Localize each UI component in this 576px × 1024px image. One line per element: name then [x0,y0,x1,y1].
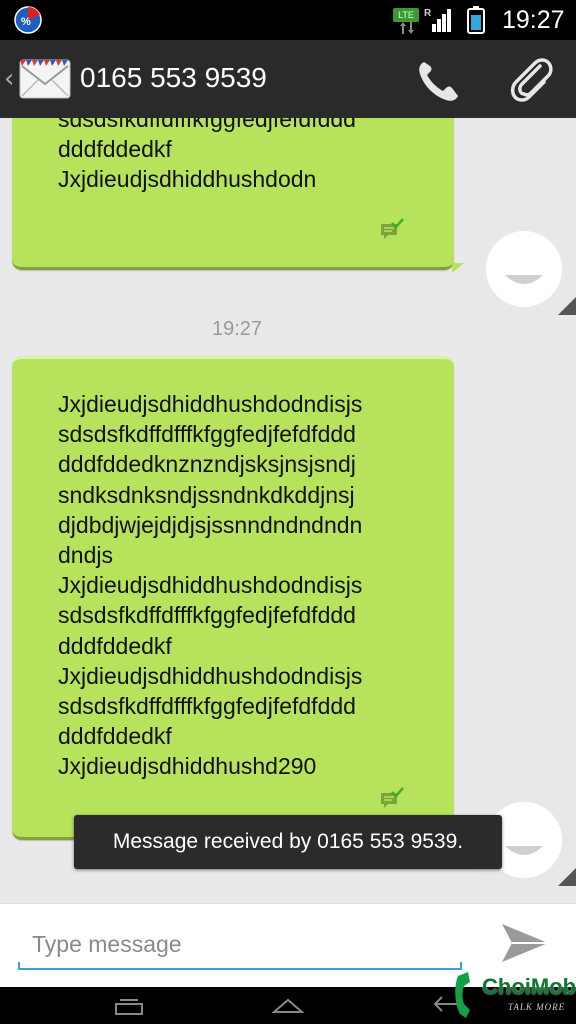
message-timestamp: 19:27 [211,318,263,340]
conversation-title: 0165 553 9539 [80,62,267,93]
message-text: Jxjdieudjsdhiddhushdodndisjs sdsdsfkdffd… [58,391,363,780]
message-text: sdsdsfkdffdfffkfggfedjfefdfddd dddfddedk… [58,118,356,193]
back-chevron-icon[interactable]: ‹ [4,64,14,94]
battery-icon [467,6,485,34]
signal-strength-icon: R [424,8,451,32]
envelope-icon[interactable] [18,52,72,106]
phone-icon[interactable] [414,56,464,104]
paperclip-icon[interactable] [506,54,556,104]
data-activity-icon [400,22,414,34]
recents-icon[interactable] [114,996,144,1018]
status-time: 19:27 [502,6,565,34]
message-bubble[interactable]: Jxjdieudjsdhiddhushdodndisjs sdsdsfkdffd… [12,356,454,840]
phone-logo-icon [455,972,470,1018]
input-underline [18,962,462,970]
avatar[interactable] [473,213,576,315]
watermark-logo: ChoiMobile TALK MORE [452,966,576,1024]
bubble-tail [452,263,464,273]
status-bar: % LTE R 19:27 [0,0,576,40]
delivered-check-icon [381,218,404,239]
avatar-corner [558,297,576,315]
roaming-label: R [424,8,432,19]
message-input[interactable] [18,918,462,970]
toast-notification: Message received by 0165 553 9539. [74,815,502,869]
avatar-corner [558,868,576,886]
conversation-list[interactable]: sdsdsfkdffdfffkfggfedjfefdfddd dddfddedk… [0,118,576,903]
home-icon[interactable] [272,996,304,1016]
watermark-tagline: TALK MORE [508,1002,566,1012]
action-bar: ‹ 0165 553 9539 [0,40,576,118]
send-icon[interactable] [498,918,552,968]
pie-percent-icon: % [14,6,42,34]
delivered-check-icon [381,787,404,808]
watermark-text: ChoiMobile [482,974,576,999]
svg-text:%: % [21,16,31,28]
message-bubble[interactable]: sdsdsfkdffdfffkfggfedjfefdfddd dddfddedk… [12,118,454,270]
lte-indicator: LTE [393,8,419,22]
